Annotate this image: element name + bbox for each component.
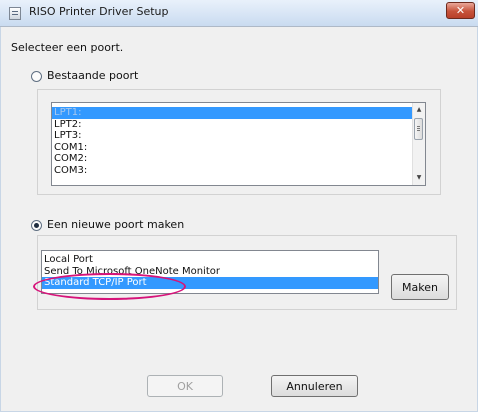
list-item[interactable]: LPT1: <box>52 107 425 119</box>
ok-button[interactable]: OK <box>147 375 223 397</box>
scrollbar-thumb[interactable] <box>414 118 423 140</box>
radio-new-port[interactable] <box>31 220 42 231</box>
list-item[interactable]: COM1: <box>52 142 425 154</box>
radio-new-port-label[interactable]: Een nieuwe poort maken <box>47 218 184 231</box>
new-port-listbox[interactable]: Local Port Send To Microsoft OneNote Mon… <box>41 250 379 294</box>
list-item[interactable]: COM2: <box>52 153 425 165</box>
radio-existing-port-label[interactable]: Bestaande poort <box>47 69 138 82</box>
list-item[interactable]: Local Port <box>42 254 378 266</box>
close-button[interactable]: ✕ <box>446 2 475 19</box>
make-port-button[interactable]: Maken <box>391 274 449 300</box>
scroll-up-arrow-icon[interactable]: ▲ <box>413 104 425 116</box>
existing-port-group: LPT1: LPT2: LPT3: COM1: COM2: COM3: ▲ ▼ <box>37 89 441 195</box>
printer-app-icon <box>9 7 21 20</box>
title-bar[interactable]: RISO Printer Driver Setup ✕ <box>0 0 478 27</box>
list-item[interactable]: Send To Microsoft OneNote Monitor <box>42 266 378 278</box>
radio-existing-port[interactable] <box>31 71 42 82</box>
new-port-group: Local Port Send To Microsoft OneNote Mon… <box>37 235 457 310</box>
cancel-button[interactable]: Annuleren <box>271 375 358 397</box>
list-item-selected[interactable]: Standard TCP/IP Port <box>42 277 378 289</box>
vertical-scrollbar[interactable]: ▲ ▼ <box>412 103 425 185</box>
list-item[interactable]: LPT3: <box>52 130 425 142</box>
grip-icon <box>417 126 420 127</box>
window-title: RISO Printer Driver Setup <box>29 5 169 18</box>
setup-dialog: RISO Printer Driver Setup ✕ Selecteer ee… <box>0 0 478 412</box>
scroll-down-arrow-icon[interactable]: ▼ <box>413 172 425 184</box>
dialog-body: Selecteer een poort. Bestaande poort LPT… <box>0 27 478 412</box>
existing-port-listbox[interactable]: LPT1: LPT2: LPT3: COM1: COM2: COM3: ▲ ▼ <box>51 102 426 186</box>
list-item[interactable]: LPT2: <box>52 119 425 131</box>
list-item[interactable]: COM3: <box>52 165 425 177</box>
instruction-text: Selecteer een poort. <box>11 41 124 54</box>
